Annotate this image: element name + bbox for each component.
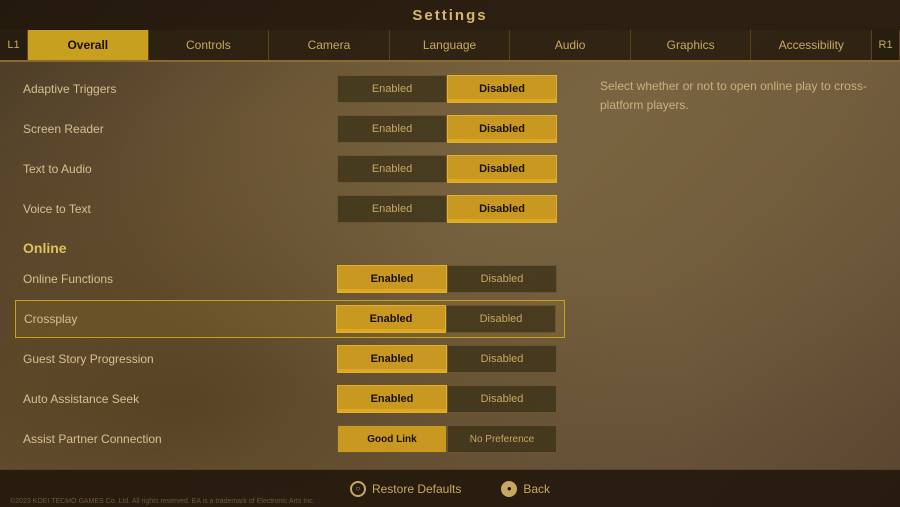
title-bar: Settings <box>0 0 900 30</box>
assist-partner-row: Assist Partner Connection Good Link No P… <box>15 420 565 458</box>
online-functions-row: Online Functions Enabled Disabled <box>15 260 565 298</box>
text-to-audio-label: Text to Audio <box>23 162 337 176</box>
page-title: Settings <box>412 7 487 24</box>
screen-reader-enabled[interactable]: Enabled <box>337 115 447 143</box>
tab-controls[interactable]: Controls <box>149 30 270 60</box>
voice-to-text-label: Voice to Text <box>23 202 337 216</box>
settings-panel: Adaptive Triggers Enabled Disabled Scree… <box>0 62 580 467</box>
auto-assistance-enabled[interactable]: Enabled <box>337 385 447 413</box>
assist-partner-good-link[interactable]: Good Link <box>337 425 447 453</box>
voice-to-text-enabled[interactable]: Enabled <box>337 195 447 223</box>
online-functions-disabled[interactable]: Disabled <box>447 265 557 293</box>
auto-assistance-label: Auto Assistance Seek <box>23 392 337 406</box>
guest-story-enabled[interactable]: Enabled <box>337 345 447 373</box>
adaptive-triggers-row: Adaptive Triggers Enabled Disabled <box>15 70 565 108</box>
text-to-audio-toggle: Enabled Disabled <box>337 155 557 183</box>
adaptive-triggers-enabled[interactable]: Enabled <box>337 75 447 103</box>
text-to-audio-enabled[interactable]: Enabled <box>337 155 447 183</box>
back-button[interactable]: ● Back <box>501 481 550 497</box>
crossplay-disabled[interactable]: Disabled <box>446 305 556 333</box>
restore-icon: ○ <box>350 481 366 497</box>
assist-partner-label: Assist Partner Connection <box>23 432 337 446</box>
online-functions-enabled[interactable]: Enabled <box>337 265 447 293</box>
copyright: ©2023 KOEI TECMO GAMES Co. Ltd. All righ… <box>10 498 315 505</box>
assist-partner-toggle: Good Link No Preference <box>337 425 557 453</box>
restore-defaults-button[interactable]: ○ Restore Defaults <box>350 481 461 497</box>
online-functions-label: Online Functions <box>23 272 337 286</box>
voice-to-text-disabled[interactable]: Disabled <box>447 195 557 223</box>
main-content: Adaptive Triggers Enabled Disabled Scree… <box>0 62 900 467</box>
text-to-audio-disabled[interactable]: Disabled <box>447 155 557 183</box>
screen-reader-toggle: Enabled Disabled <box>337 115 557 143</box>
guest-story-row: Guest Story Progression Enabled Disabled <box>15 340 565 378</box>
adaptive-triggers-label: Adaptive Triggers <box>23 82 337 96</box>
adaptive-triggers-disabled[interactable]: Disabled <box>447 75 557 103</box>
tab-bar: L1 Overall Controls Camera Language Audi… <box>0 30 900 62</box>
guest-story-label: Guest Story Progression <box>23 352 337 366</box>
guest-story-disabled[interactable]: Disabled <box>447 345 557 373</box>
tab-camera[interactable]: Camera <box>269 30 390 60</box>
restore-label: Restore Defaults <box>372 482 461 496</box>
online-functions-toggle: Enabled Disabled <box>337 265 557 293</box>
assist-partner-no-preference[interactable]: No Preference <box>447 425 557 453</box>
adaptive-triggers-toggle: Enabled Disabled <box>337 75 557 103</box>
screen-reader-row: Screen Reader Enabled Disabled <box>15 110 565 148</box>
tab-graphics[interactable]: Graphics <box>631 30 752 60</box>
tab-audio[interactable]: Audio <box>510 30 631 60</box>
tab-overall[interactable]: Overall <box>28 30 149 60</box>
auto-assistance-row: Auto Assistance Seek Enabled Disabled <box>15 380 565 418</box>
auto-assistance-toggle: Enabled Disabled <box>337 385 557 413</box>
back-icon: ● <box>501 481 517 497</box>
tab-language[interactable]: Language <box>390 30 511 60</box>
voice-to-text-row: Voice to Text Enabled Disabled <box>15 190 565 228</box>
tab-l1[interactable]: L1 <box>0 30 28 60</box>
text-to-audio-row: Text to Audio Enabled Disabled <box>15 150 565 188</box>
tab-accessibility[interactable]: Accessibility <box>751 30 872 60</box>
voice-to-text-toggle: Enabled Disabled <box>337 195 557 223</box>
crossplay-label: Crossplay <box>24 312 336 326</box>
screen-reader-disabled[interactable]: Disabled <box>447 115 557 143</box>
crossplay-enabled[interactable]: Enabled <box>336 305 446 333</box>
screen-reader-label: Screen Reader <box>23 122 337 136</box>
info-panel: Select whether or not to open online pla… <box>580 62 900 467</box>
crossplay-row: Crossplay Enabled Disabled <box>15 300 565 338</box>
online-section-header: Online <box>15 230 565 260</box>
guest-story-toggle: Enabled Disabled <box>337 345 557 373</box>
tab-r1[interactable]: R1 <box>872 30 900 60</box>
crossplay-toggle: Enabled Disabled <box>336 305 556 333</box>
info-text: Select whether or not to open online pla… <box>600 77 880 115</box>
back-label: Back <box>523 482 550 496</box>
auto-assistance-disabled[interactable]: Disabled <box>447 385 557 413</box>
